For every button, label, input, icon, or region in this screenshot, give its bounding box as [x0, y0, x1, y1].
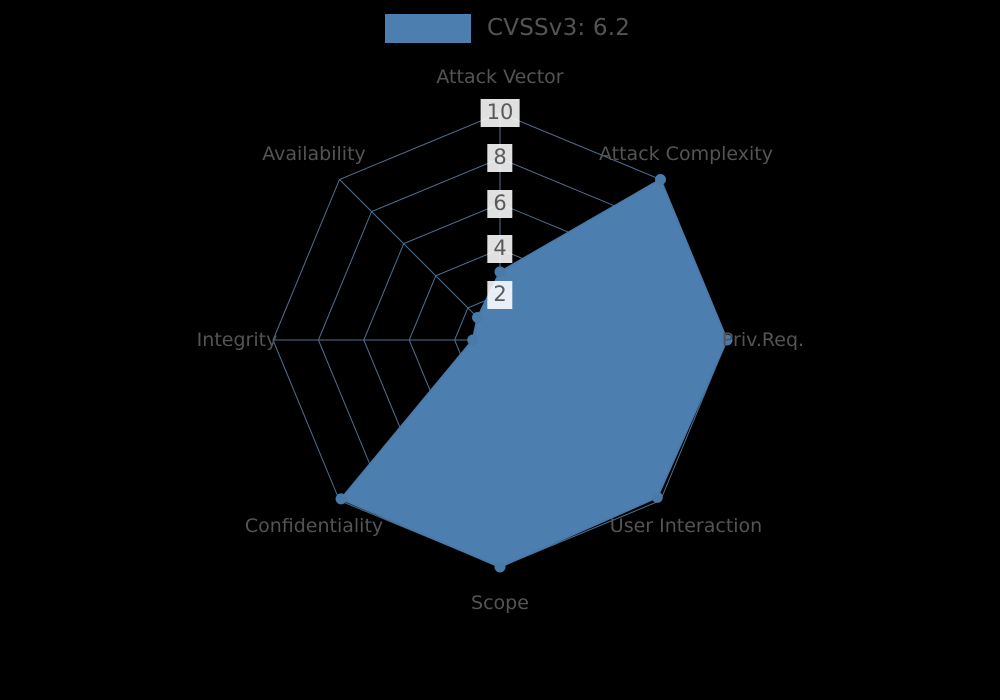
- axis-label-attack-complexity: Attack Complexity: [598, 143, 774, 165]
- axis-label-integrity: Integrity: [196, 329, 278, 351]
- data-point-marker: [494, 266, 506, 278]
- axis-label-user-interaction: User Interaction: [609, 515, 763, 537]
- axis-label-confidentiality: Confidentiality: [244, 515, 384, 537]
- axis-label-attack-vector: Attack Vector: [436, 66, 564, 88]
- axis-label-availability: Availability: [262, 143, 366, 165]
- data-point-marker: [651, 491, 663, 503]
- radar-chart: Attack Vector Attack Complexity Priv.Req. U…: [0, 0, 1000, 700]
- axis-label-scope: Scope: [471, 592, 529, 614]
- axis-label-priv-req: Priv.Req.: [721, 329, 805, 351]
- radial-tick-10: 10: [480, 99, 520, 127]
- radial-tick-4: 4: [487, 235, 513, 264]
- radial-tick-6: 6: [487, 189, 513, 218]
- series-polygon-cvssv3: [339, 178, 729, 569]
- chart-canvas: CVSSv3: 6.2 Attack Vector Attack Complexi…: [0, 0, 1000, 700]
- radial-tick-8: 8: [487, 144, 513, 173]
- data-point-marker: [467, 334, 479, 346]
- radial-tick-2: 2: [487, 280, 513, 309]
- data-point-marker: [655, 173, 667, 185]
- data-point-marker: [494, 561, 506, 573]
- data-point-marker: [472, 312, 484, 324]
- data-point-marker: [335, 493, 347, 505]
